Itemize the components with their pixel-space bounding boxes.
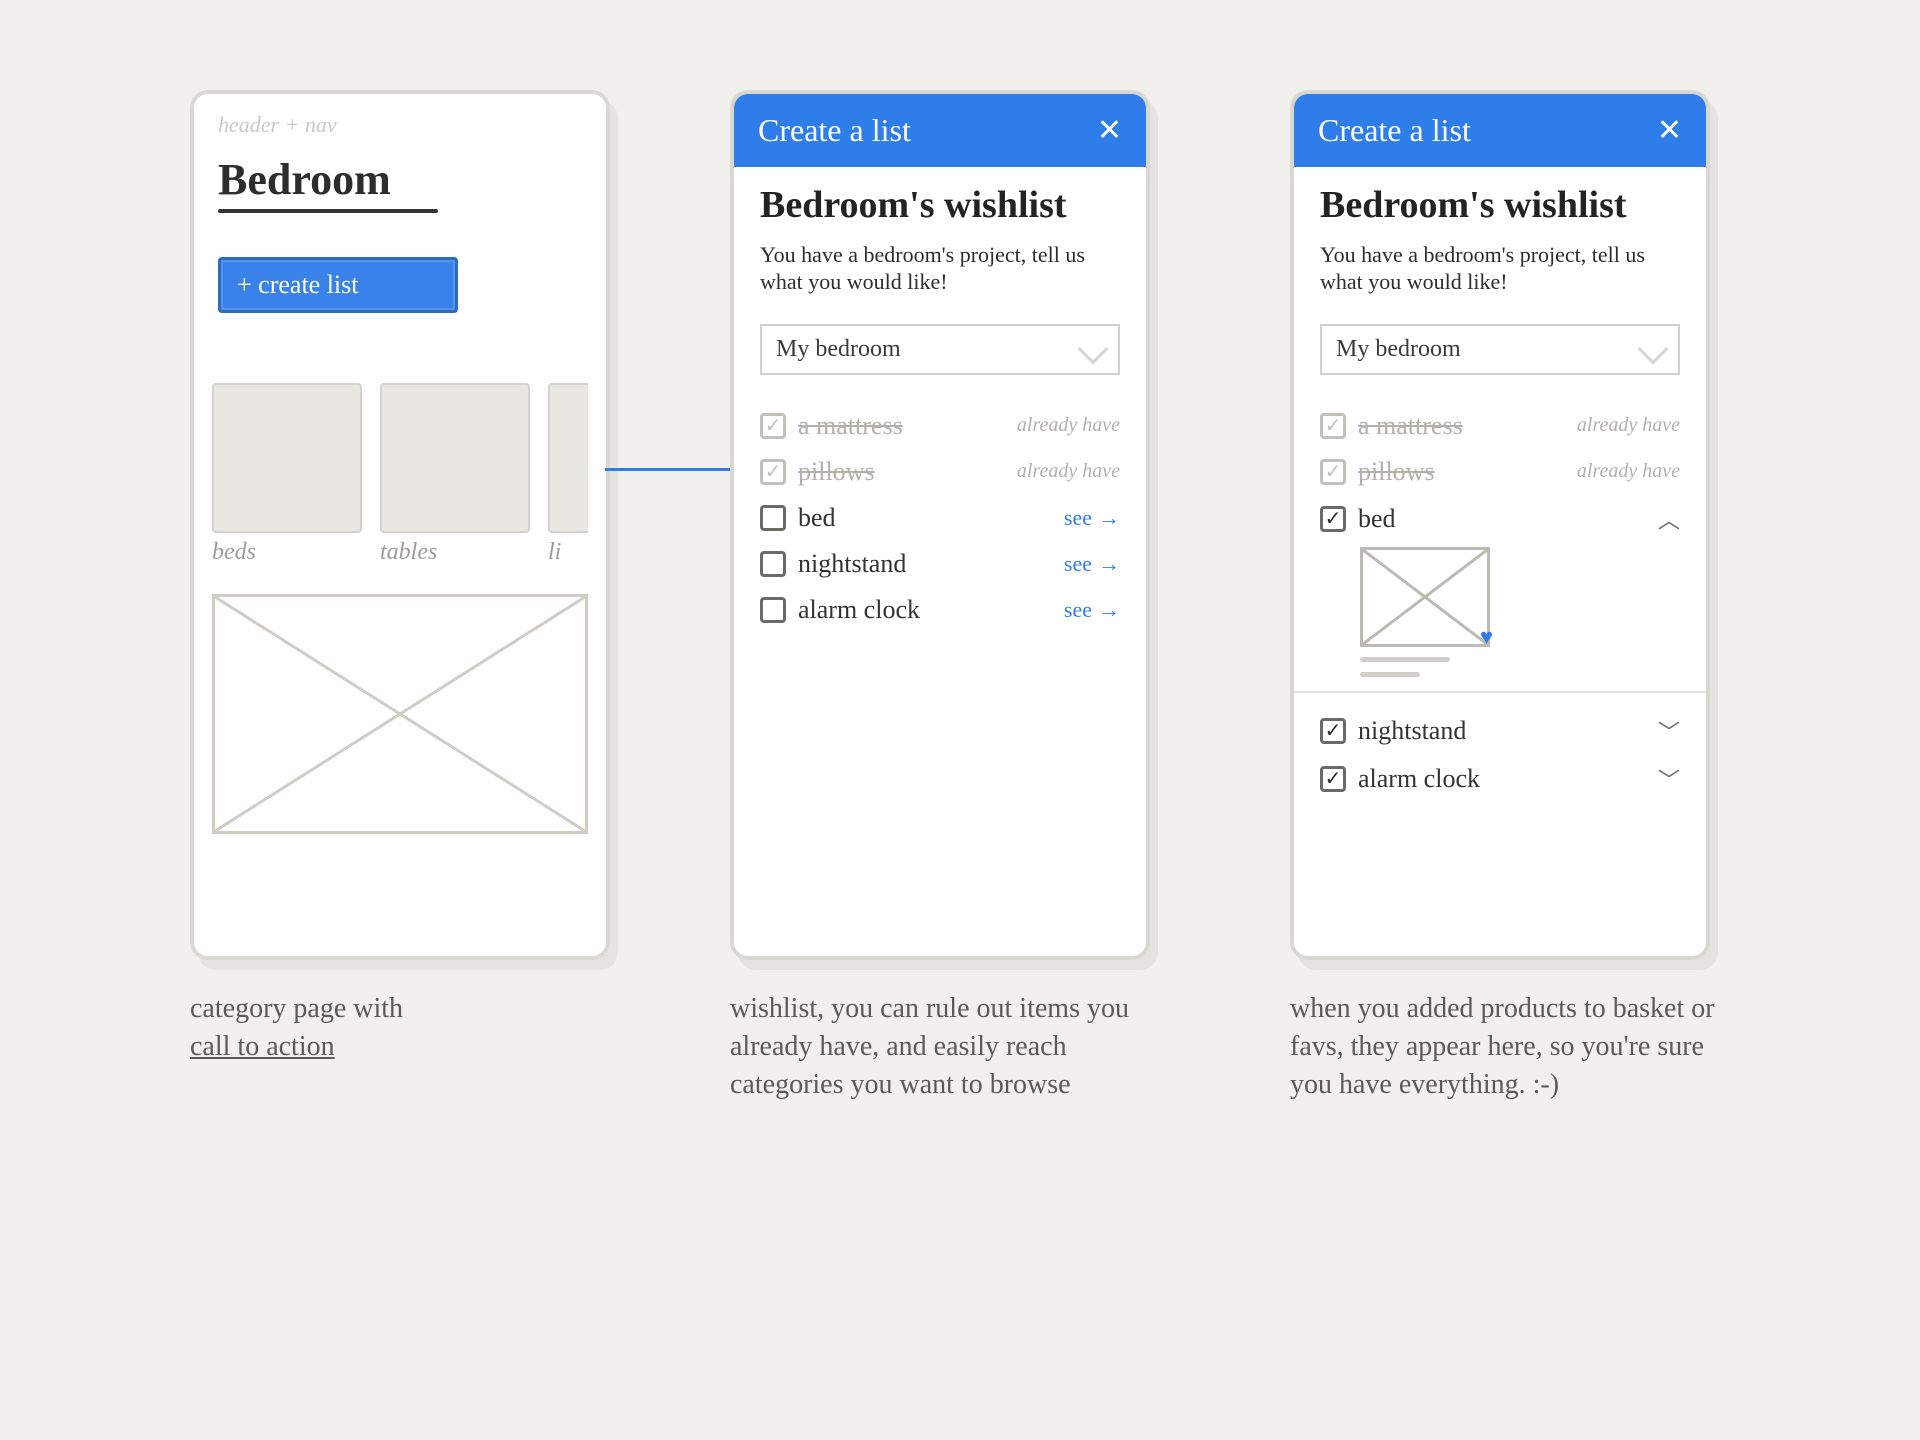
item-label: alarm clock xyxy=(1358,764,1480,794)
close-icon[interactable]: ✕ xyxy=(1657,113,1682,148)
page-title: Bedroom xyxy=(194,142,606,205)
see-link[interactable]: see→ xyxy=(1064,551,1120,577)
title-underline xyxy=(218,209,438,213)
item-label: bed xyxy=(798,503,836,533)
screen2-column: Create a list ✕ Bedroom's wishlist You h… xyxy=(730,90,1170,1103)
list-item[interactable]: nightstand ﹀ xyxy=(1320,707,1680,755)
product-thumb: ♥ xyxy=(1360,547,1490,647)
item-label: nightstand xyxy=(1358,716,1466,746)
checkbox-icon[interactable] xyxy=(1320,459,1346,485)
modal-header: Create a list ✕ xyxy=(1294,94,1706,167)
list-item[interactable]: bed see→ xyxy=(760,495,1120,541)
chevron-down-icon[interactable]: ﹀ xyxy=(1658,715,1680,747)
category-card[interactable]: tables xyxy=(380,383,530,566)
modal-body: Bedroom's wishlist You have a bedroom's … xyxy=(1294,167,1706,821)
checkbox-icon[interactable] xyxy=(760,597,786,623)
arrow-right-icon: → xyxy=(1098,597,1120,623)
wireframe-row: header + nav Bedroom + create list beds … xyxy=(60,90,1860,1103)
checkbox-icon[interactable] xyxy=(1320,718,1346,744)
content-placeholder xyxy=(212,594,588,834)
item-label: pillows xyxy=(1358,457,1435,487)
category-card[interactable]: beds xyxy=(212,383,362,566)
list-name-input[interactable]: My bedroom xyxy=(1320,324,1680,375)
product-card[interactable]: ♥ xyxy=(1360,547,1680,677)
list-item[interactable]: pillows already have xyxy=(760,449,1120,495)
screen3-column: Create a list ✕ Bedroom's wishlist You h… xyxy=(1290,90,1730,1103)
screen2-caption: wishlist, you can rule out items you alr… xyxy=(730,990,1170,1103)
wishlist-items: a mattress already have pillows already … xyxy=(760,403,1120,633)
category-thumb xyxy=(212,383,362,533)
see-link[interactable]: see→ xyxy=(1064,505,1120,531)
list-item[interactable]: a mattress already have xyxy=(1320,403,1680,449)
list-name-input[interactable]: My bedroom xyxy=(760,324,1120,375)
header-nav-placeholder: header + nav xyxy=(194,94,606,142)
category-card[interactable]: li xyxy=(548,383,588,566)
product-text-lines xyxy=(1360,657,1680,677)
edit-icon[interactable] xyxy=(1637,334,1668,365)
phone-frame-wishlist-filled: Create a list ✕ Bedroom's wishlist You h… xyxy=(1290,90,1710,960)
phone-frame-wishlist: Create a list ✕ Bedroom's wishlist You h… xyxy=(730,90,1150,960)
list-item[interactable]: a mattress already have xyxy=(760,403,1120,449)
modal-body: Bedroom's wishlist You have a bedroom's … xyxy=(734,167,1146,651)
checkbox-icon[interactable] xyxy=(760,551,786,577)
item-status: already have xyxy=(1017,414,1120,437)
checkbox-icon[interactable] xyxy=(1320,766,1346,792)
item-label: alarm clock xyxy=(798,595,920,625)
heart-icon[interactable]: ♥ xyxy=(1480,624,1493,650)
list-item-expanded[interactable]: bed ︿ xyxy=(1320,495,1680,543)
phone-frame-category: header + nav Bedroom + create list beds … xyxy=(190,90,610,960)
modal-title: Create a list xyxy=(1318,112,1471,149)
screen3-caption: when you added products to basket or fav… xyxy=(1290,990,1730,1103)
checkbox-icon[interactable] xyxy=(760,505,786,531)
list-item[interactable]: pillows already have xyxy=(1320,449,1680,495)
category-label: li xyxy=(548,539,588,566)
category-grid: beds tables li xyxy=(212,383,588,566)
list-item[interactable]: alarm clock see→ xyxy=(760,587,1120,633)
list-name-value: My bedroom xyxy=(776,336,901,363)
chevron-up-icon[interactable]: ︿ xyxy=(1658,503,1680,535)
checkbox-icon[interactable] xyxy=(760,413,786,439)
item-label: nightstand xyxy=(798,549,906,579)
screen1-column: header + nav Bedroom + create list beds … xyxy=(190,90,610,1066)
list-item[interactable]: alarm clock ﹀ xyxy=(1320,755,1680,803)
item-label: a mattress xyxy=(798,411,903,441)
list-name-value: My bedroom xyxy=(1336,336,1461,363)
edit-icon[interactable] xyxy=(1077,334,1108,365)
create-list-button[interactable]: + create list xyxy=(218,257,458,313)
close-icon[interactable]: ✕ xyxy=(1097,113,1122,148)
modal-title: Create a list xyxy=(758,112,911,149)
arrow-right-icon: → xyxy=(1098,505,1120,531)
wishlist-items: a mattress already have pillows already … xyxy=(1320,403,1680,803)
see-link[interactable]: see→ xyxy=(1064,597,1120,623)
item-status: already have xyxy=(1577,414,1680,437)
checkbox-icon[interactable] xyxy=(1320,506,1346,532)
modal-header: Create a list ✕ xyxy=(734,94,1146,167)
chevron-down-icon[interactable]: ﹀ xyxy=(1658,763,1680,795)
wishlist-heading: Bedroom's wishlist xyxy=(760,185,1120,227)
item-label: bed xyxy=(1358,504,1396,534)
checkbox-icon[interactable] xyxy=(760,459,786,485)
list-item[interactable]: nightstand see→ xyxy=(760,541,1120,587)
category-thumb xyxy=(548,383,588,533)
wishlist-subtext: You have a bedroom's project, tell us wh… xyxy=(1320,241,1680,296)
arrow-right-icon: → xyxy=(1098,551,1120,577)
category-label: tables xyxy=(380,539,530,566)
item-status: already have xyxy=(1017,460,1120,483)
wishlist-heading: Bedroom's wishlist xyxy=(1320,185,1680,227)
category-thumb xyxy=(380,383,530,533)
item-label: a mattress xyxy=(1358,411,1463,441)
divider xyxy=(1294,691,1706,693)
item-label: pillows xyxy=(798,457,875,487)
caption-underlined: call to action xyxy=(190,1031,335,1062)
checkbox-icon[interactable] xyxy=(1320,413,1346,439)
wishlist-subtext: You have a bedroom's project, tell us wh… xyxy=(760,241,1120,296)
category-label: beds xyxy=(212,539,362,566)
caption-text: category page with xyxy=(190,993,403,1024)
screen1-caption: category page with call to action xyxy=(190,990,403,1066)
item-status: already have xyxy=(1577,460,1680,483)
